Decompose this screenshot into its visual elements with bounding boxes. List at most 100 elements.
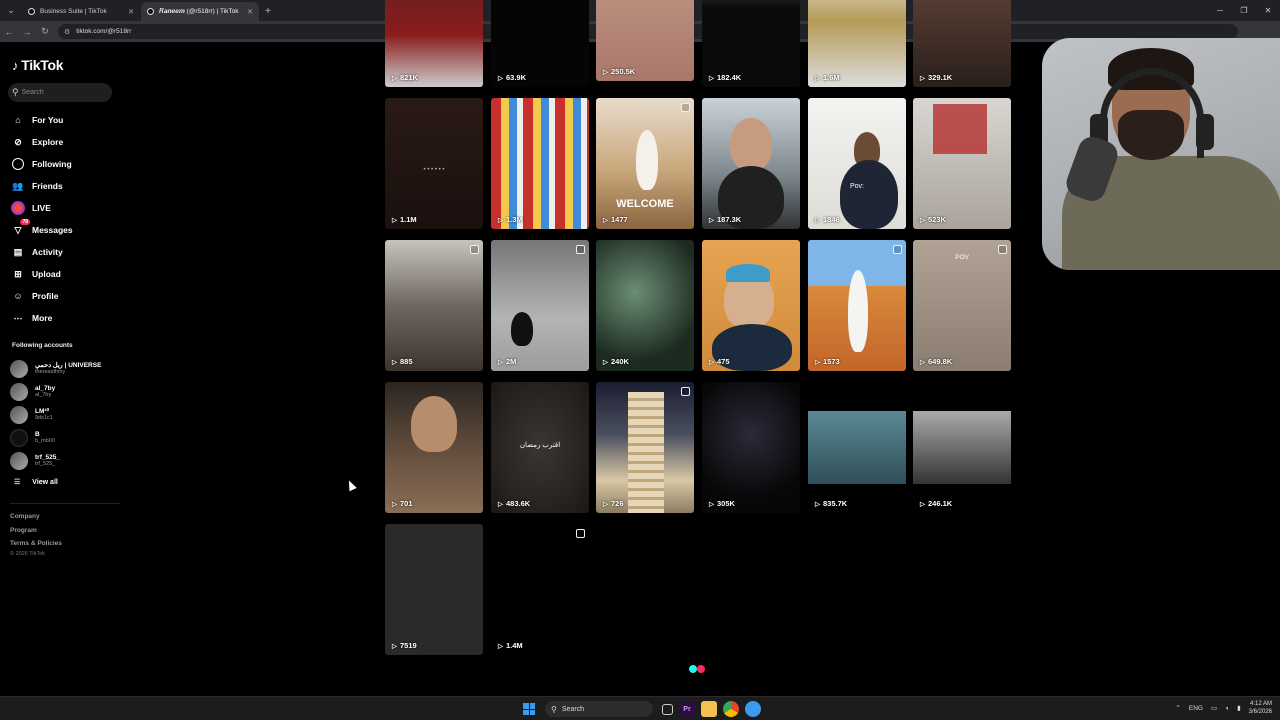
browser-tab[interactable]: Business Suite | TikTok ✕: [22, 2, 140, 21]
video-tile[interactable]: ▷ 305K: [702, 382, 800, 513]
nav-item-explore[interactable]: ⊘ Explore: [11, 131, 73, 153]
play-icon: ▷: [603, 500, 608, 508]
back-icon[interactable]: ←: [0, 21, 18, 42]
nav-item-more[interactable]: ⋯ More: [11, 307, 73, 329]
footer-link-program[interactable]: Program: [10, 524, 62, 538]
view-count: ▷ 1.6M: [815, 73, 840, 82]
video-tile[interactable]: Pov: ▷ 1846: [808, 98, 906, 229]
taskbar-search[interactable]: ⚲ Search: [545, 701, 653, 717]
video-tile[interactable]: ▷ 7519: [385, 524, 483, 655]
video-tile[interactable]: ▷ 1573: [808, 240, 906, 371]
nav-item-activity[interactable]: ▤ Activity: [11, 241, 73, 263]
nav-item-upload[interactable]: ⊞ Upload: [11, 263, 73, 285]
video-tile[interactable]: ▷ 1.4M: [491, 524, 589, 655]
close-tab-icon[interactable]: ✕: [247, 8, 253, 16]
more-icon: ⋯: [13, 312, 23, 323]
video-tile[interactable]: ▷ 182.4K: [702, 0, 800, 87]
footer-link-terms[interactable]: Terms & Policies: [10, 537, 62, 551]
forward-icon[interactable]: →: [18, 21, 36, 42]
account-item[interactable]: trf_525_ trf_525_: [10, 449, 101, 472]
nav-label: Friends: [32, 181, 63, 191]
account-item[interactable]: LM¹⁰ 9dx1c1: [10, 403, 101, 426]
view-count: ▷ 1.4M: [498, 641, 523, 650]
network-icon[interactable]: ▭: [1211, 704, 1217, 712]
video-tile[interactable]: ▷ 1.3M: [491, 98, 589, 229]
view-count: ▷ 523K: [920, 215, 946, 224]
video-tile[interactable]: ▷ 885: [385, 240, 483, 371]
video-tile[interactable]: ▷ 821K: [385, 0, 483, 87]
tiktok-logo[interactable]: ♪ TikTok: [12, 57, 64, 73]
volume-icon[interactable]: ◖: [1225, 705, 1229, 712]
video-tile[interactable]: WELCOME ▷ 1477: [596, 98, 694, 229]
nav-item-messages[interactable]: ▽ 78 Messages: [11, 219, 73, 241]
taskbar-search-label: Search: [561, 705, 585, 713]
restore-icon[interactable]: ❐: [1232, 0, 1256, 21]
account-item[interactable]: Bb_mb00: [10, 426, 101, 449]
minimize-icon[interactable]: ─: [1208, 0, 1232, 21]
close-window-icon[interactable]: ✕: [1256, 0, 1280, 21]
premiere-icon[interactable]: Pr: [679, 701, 695, 717]
view-count: ▷ 182.4K: [709, 73, 742, 82]
video-tile[interactable]: • • • • • • ▷ 1.1M: [385, 98, 483, 229]
file-explorer-icon[interactable]: [701, 701, 717, 717]
url-text: tiktok.com/@r518rr: [76, 28, 132, 35]
video-tile[interactable]: POV ▷ 649.8K: [913, 240, 1011, 371]
video-tile[interactable]: ▷ 523K: [913, 98, 1011, 229]
reload-icon[interactable]: ↻: [36, 21, 54, 42]
activity-icon: ▤: [13, 246, 23, 257]
language-indicator[interactable]: ENG: [1189, 705, 1203, 712]
view-all-button[interactable]: ☰ View all: [14, 478, 58, 487]
video-tile[interactable]: ▷ 726: [596, 382, 694, 513]
play-icon: ▷: [392, 358, 397, 366]
account-name: LM¹⁰: [35, 407, 50, 415]
tab-title: Business Suite | TikTok: [40, 8, 107, 15]
video-tile[interactable]: ▷ 187.3K: [702, 98, 800, 229]
windows-start-icon[interactable]: [523, 703, 535, 715]
chrome-icon[interactable]: [723, 701, 739, 717]
search-icon: ⚲: [551, 704, 557, 714]
video-tile[interactable]: ▷ 250.5K: [596, 0, 694, 81]
avatar: [10, 405, 28, 424]
video-tile[interactable]: ▷ 63.9K: [491, 0, 589, 87]
nav-item-profile[interactable]: ☺ Profile: [11, 285, 73, 307]
list-icon: ☰: [14, 479, 21, 486]
window-controls: ─ ❐ ✕: [1208, 0, 1280, 21]
nav-item-for-you[interactable]: ⌂ For You: [11, 109, 73, 131]
tiktok-sidebar: ♪ TikTok ⚲ ⌂ For You ⊘ Explore Following…: [0, 44, 125, 696]
browser-tab-active[interactable]: 𝑹𝒂𝒏𝒆𝒆𝒎 (@r518rr) | TikTok ✕: [141, 2, 259, 21]
close-tab-icon[interactable]: ✕: [128, 8, 134, 16]
video-tile[interactable]: ▷ 329.1K: [913, 0, 1011, 87]
view-count: ▷ 2M: [498, 357, 517, 366]
video-tile[interactable]: ▷ 2M: [491, 240, 589, 371]
clock[interactable]: 4:12 AM 3/6/2026: [1249, 700, 1272, 716]
site-info-icon[interactable]: ⚙: [64, 28, 70, 36]
view-count: ▷ 246.1K: [920, 499, 953, 508]
video-tile[interactable]: اقترب رمضان ▷ 483.6K: [491, 382, 589, 513]
tray-overflow-icon[interactable]: ⌃: [1175, 704, 1180, 712]
video-tile[interactable]: ▷ 835.7K: [808, 382, 906, 513]
webcam-overlay: [1042, 38, 1280, 270]
battery-icon[interactable]: ▮: [1237, 704, 1241, 712]
upload-icon: ⊞: [14, 268, 22, 279]
profile-icon: ☺: [13, 291, 23, 301]
video-tile[interactable]: ▷ 240K: [596, 240, 694, 371]
footer-link-company[interactable]: Company: [10, 510, 62, 524]
search-box[interactable]: ⚲: [8, 83, 112, 102]
video-tile[interactable]: ▷ 1.6M: [808, 0, 906, 87]
search-input[interactable]: [21, 89, 102, 96]
task-view-icon[interactable]: [662, 703, 673, 715]
video-tile[interactable]: ▷ 475: [702, 240, 800, 371]
nav-item-friends[interactable]: 👥 Friends: [11, 175, 73, 197]
view-count: ▷ 726: [603, 499, 624, 508]
account-item[interactable]: ريل دحمي | UNIVERSE thereaidhmy: [10, 357, 101, 380]
nav-item-following[interactable]: Following: [11, 153, 73, 175]
new-tab-button[interactable]: +: [260, 2, 276, 21]
app-icon[interactable]: [745, 701, 761, 717]
view-count: ▷ 821K: [392, 73, 418, 82]
video-tile[interactable]: ▷ 246.1K: [913, 382, 1011, 513]
avatar: [10, 451, 28, 470]
video-tile[interactable]: ▷ 701: [385, 382, 483, 513]
account-item[interactable]: al_7by al_7by: [10, 380, 101, 403]
nav-item-live[interactable]: LIVE: [11, 197, 73, 219]
tab-search-icon[interactable]: ⌄: [0, 0, 22, 21]
